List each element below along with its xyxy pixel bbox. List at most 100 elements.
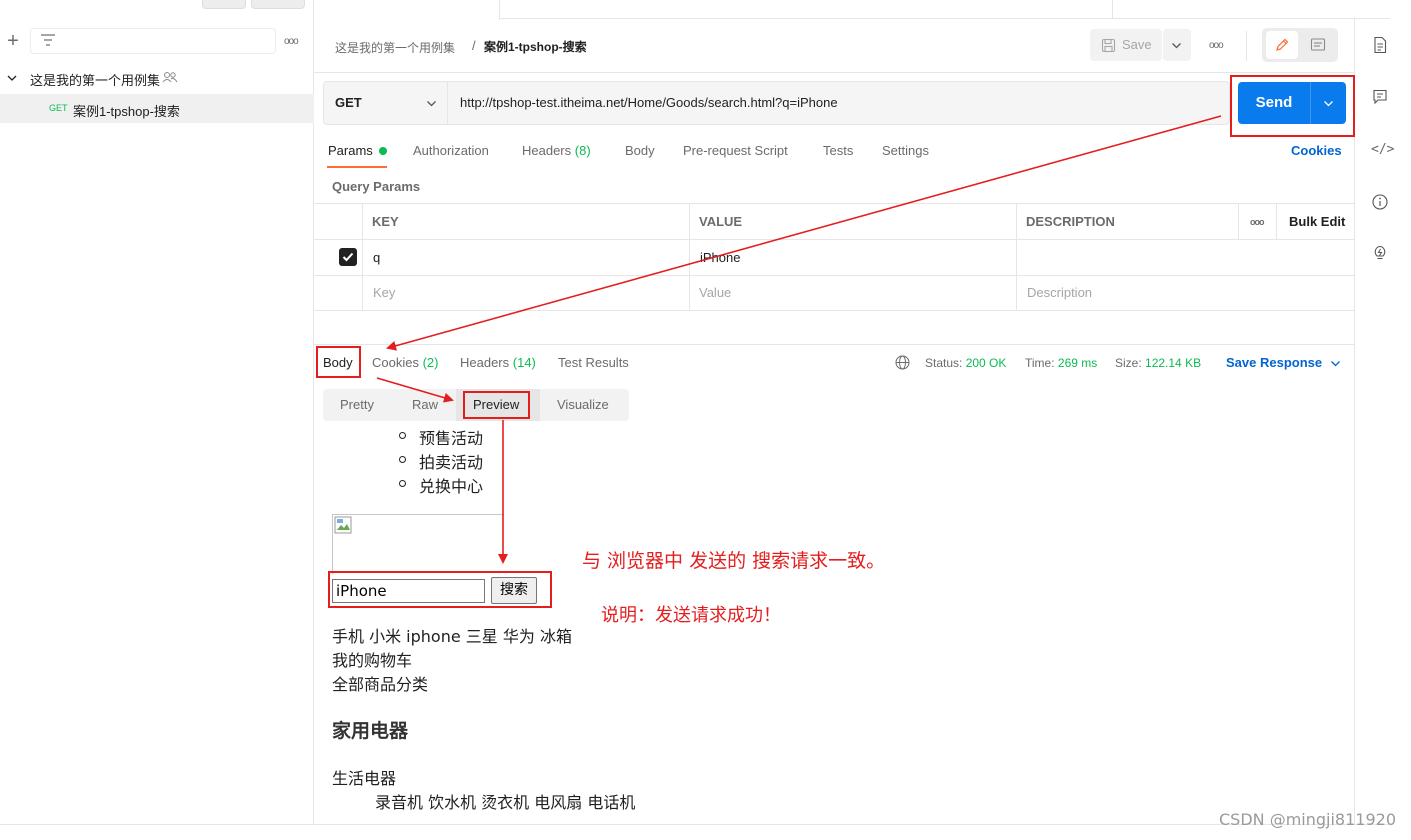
- view-mode-visualize[interactable]: Visualize: [557, 397, 609, 412]
- bulb-icon[interactable]: [1371, 244, 1389, 262]
- table-border: [1276, 203, 1277, 239]
- tab-divider: [1112, 0, 1113, 19]
- chevron-down-icon: [1172, 43, 1181, 49]
- response-tab-cookies[interactable]: Cookies (2): [372, 355, 438, 370]
- code-icon[interactable]: </>: [1371, 142, 1394, 157]
- preview-list-item[interactable]: 兑换中心: [419, 473, 483, 497]
- document-icon[interactable]: [1371, 36, 1389, 54]
- more-icon[interactable]: ooo: [1250, 217, 1264, 227]
- arrow-send-to-body: [386, 115, 1222, 351]
- bullet-icon: [399, 456, 406, 463]
- subcategory-items[interactable]: 录音机 饮水机 烫衣机 电风扇 电话机: [375, 789, 635, 813]
- breadcrumb-collection[interactable]: 这是我的第一个用例集: [335, 39, 455, 56]
- category-heading[interactable]: 家用电器: [332, 716, 408, 743]
- subcategory-title[interactable]: 生活电器: [332, 765, 396, 789]
- tab-headers-count: (8): [574, 143, 591, 158]
- response-divider: [314, 344, 1354, 345]
- bullet-icon: [399, 432, 406, 439]
- value-placeholder-input[interactable]: Value: [699, 285, 731, 300]
- method-select[interactable]: GET: [335, 95, 362, 110]
- response-tab-cookies-count: (2): [422, 355, 439, 370]
- table-border: [314, 203, 1354, 204]
- view-mode-raw[interactable]: Raw: [412, 397, 438, 412]
- url-input[interactable]: http://tpshop-test.itheima.net/Home/Good…: [460, 95, 838, 110]
- status-label: Status:: [925, 356, 963, 370]
- sidebar-top-button[interactable]: [251, 0, 305, 9]
- column-header-description: DESCRIPTION: [1026, 214, 1115, 229]
- tab-prerequest-script[interactable]: Pre-request Script: [683, 143, 788, 158]
- hot-keywords[interactable]: 手机 小米 iphone 三星 华为 冰箱: [332, 623, 572, 647]
- table-border: [314, 239, 1354, 240]
- param-value-cell[interactable]: iPhone: [700, 250, 740, 265]
- view-mode-pretty[interactable]: Pretty: [340, 397, 374, 412]
- right-rail: [1354, 19, 1390, 824]
- tab-headers[interactable]: Headers (8): [522, 143, 591, 158]
- sidebar-top-button[interactable]: [202, 0, 246, 9]
- broken-image-icon: [334, 516, 352, 534]
- pencil-icon: [1276, 38, 1289, 51]
- table-border: [314, 275, 1354, 276]
- sidebar-search-input[interactable]: [30, 28, 276, 54]
- cart-link[interactable]: 我的购物车: [332, 647, 412, 671]
- tab-body[interactable]: Body: [625, 143, 655, 158]
- tab-underline: [327, 166, 387, 168]
- response-tab-test-results[interactable]: Test Results: [558, 355, 629, 370]
- sidebar: [0, 0, 314, 824]
- comment-mode-button[interactable]: [1304, 31, 1332, 59]
- annotation-consistent-note: 与 浏览器中 发送的 搜索请求一致。: [582, 550, 886, 572]
- check-icon: [342, 252, 354, 262]
- response-tab-headers-count: (14): [512, 355, 536, 370]
- key-placeholder-input[interactable]: Key: [373, 285, 395, 300]
- header-divider-line: [314, 72, 1354, 73]
- tab-tests[interactable]: Tests: [823, 143, 853, 158]
- edit-mode-button[interactable]: [1266, 31, 1298, 59]
- annotation-box-search: [328, 571, 552, 608]
- annotation-box-preview: [463, 391, 530, 419]
- sidebar-request-name[interactable]: 案例1-tpshop-搜索: [73, 101, 180, 120]
- chevron-down-icon[interactable]: [6, 72, 18, 84]
- all-categories-link[interactable]: 全部商品分类: [332, 671, 428, 695]
- breadcrumb-separator: /: [472, 38, 476, 53]
- description-placeholder-input[interactable]: Description: [1027, 285, 1092, 300]
- response-status: Status: 200 OK: [925, 356, 1006, 370]
- save-icon: [1101, 38, 1116, 53]
- tab-params[interactable]: Params: [328, 143, 373, 158]
- more-icon[interactable]: ooo: [1209, 40, 1224, 51]
- sidebar-request-method: GET: [49, 103, 68, 113]
- sidebar-collection-name[interactable]: 这是我的第一个用例集: [30, 70, 160, 89]
- checkbox-icon[interactable]: [339, 248, 357, 266]
- time-value: 269 ms: [1057, 356, 1098, 370]
- filter-icon[interactable]: [40, 33, 56, 47]
- save-response-button[interactable]: Save Response: [1226, 355, 1322, 370]
- preview-list-item[interactable]: 预售活动: [419, 425, 483, 445]
- table-border: [1238, 203, 1239, 239]
- watermark: CSDN @mingji811920: [1219, 810, 1396, 829]
- globe-icon[interactable]: [895, 355, 910, 370]
- time-label: Time:: [1025, 356, 1055, 370]
- comments-icon[interactable]: [1371, 88, 1389, 106]
- save-dropdown-button[interactable]: [1163, 29, 1191, 61]
- header-divider: [1246, 31, 1247, 61]
- annotation-box-send: [1230, 75, 1355, 137]
- status-value: 200 OK: [965, 356, 1007, 370]
- active-request-tab[interactable]: [314, 0, 500, 20]
- bullet-icon: [399, 480, 406, 487]
- plus-icon[interactable]: +: [4, 30, 22, 52]
- tab-headers-label: Headers: [522, 143, 572, 158]
- bulk-edit-button[interactable]: Bulk Edit: [1289, 214, 1345, 229]
- breadcrumb-request[interactable]: 案例1-tpshop-搜索: [484, 38, 587, 55]
- method-divider: [447, 82, 448, 124]
- tab-authorization[interactable]: Authorization: [413, 143, 489, 158]
- cookies-link[interactable]: Cookies: [1291, 143, 1342, 158]
- preview-list-item[interactable]: 拍卖活动: [419, 449, 483, 473]
- chevron-down-icon[interactable]: [426, 98, 437, 109]
- chevron-down-icon[interactable]: [1330, 358, 1341, 369]
- table-border: [314, 310, 1354, 311]
- tab-settings[interactable]: Settings: [882, 143, 929, 158]
- comment-icon: [1310, 38, 1326, 51]
- annotation-box-body: [316, 346, 361, 378]
- response-tab-headers[interactable]: Headers (14): [460, 355, 536, 370]
- info-icon[interactable]: [1371, 193, 1389, 211]
- more-icon[interactable]: ooo: [284, 36, 299, 47]
- param-key-cell[interactable]: q: [373, 250, 380, 265]
